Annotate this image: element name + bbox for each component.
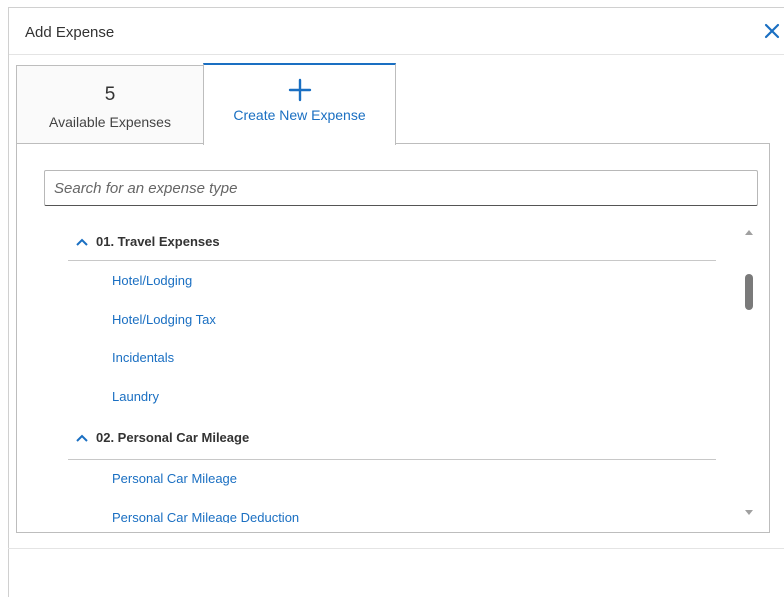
expense-type-hotel-lodging-tax[interactable]: Hotel/Lodging Tax — [112, 312, 216, 327]
expense-type-list: 01. Travel Expenses Hotel/Lodging Hotel/… — [20, 218, 740, 523]
group-label: 02. Personal Car Mileage — [96, 430, 250, 445]
expense-type-laundry[interactable]: Laundry — [112, 389, 159, 404]
group-divider — [68, 459, 716, 460]
scroll-thumb[interactable] — [745, 274, 753, 310]
chevron-up-icon — [76, 238, 88, 246]
dialog-header: Add Expense — [9, 8, 784, 55]
tab-create-new-expense[interactable]: Create New Expense — [203, 63, 396, 145]
close-button[interactable] — [763, 22, 781, 40]
group-label: 01. Travel Expenses — [96, 234, 220, 249]
scroll-up-arrow-icon[interactable] — [745, 230, 753, 235]
expense-type-hotel-lodging[interactable]: Hotel/Lodging — [112, 273, 192, 288]
close-icon — [764, 23, 780, 39]
plus-icon — [288, 78, 311, 102]
tab-create-label: Create New Expense — [233, 107, 366, 123]
available-expenses-count: 5 — [104, 84, 116, 105]
group-divider — [68, 260, 716, 261]
group-header-personal-car-mileage[interactable]: 02. Personal Car Mileage — [76, 430, 249, 445]
dialog-title: Add Expense — [25, 24, 115, 41]
dialog-footer-divider — [8, 548, 784, 549]
expense-type-search-input[interactable] — [44, 170, 758, 206]
tab-available-label: Available Expenses — [49, 114, 171, 130]
expense-type-personal-car-mileage-deduction[interactable]: Personal Car Mileage Deduction — [112, 510, 299, 523]
tab-available-expenses[interactable]: 5 Available Expenses — [16, 65, 204, 144]
list-scrollbar[interactable] — [740, 224, 758, 520]
group-header-travel-expenses[interactable]: 01. Travel Expenses — [76, 234, 220, 249]
chevron-up-icon — [76, 434, 88, 442]
scroll-down-arrow-icon[interactable] — [745, 510, 753, 515]
expense-type-personal-car-mileage[interactable]: Personal Car Mileage — [112, 471, 237, 486]
expense-type-incidentals[interactable]: Incidentals — [112, 350, 174, 365]
